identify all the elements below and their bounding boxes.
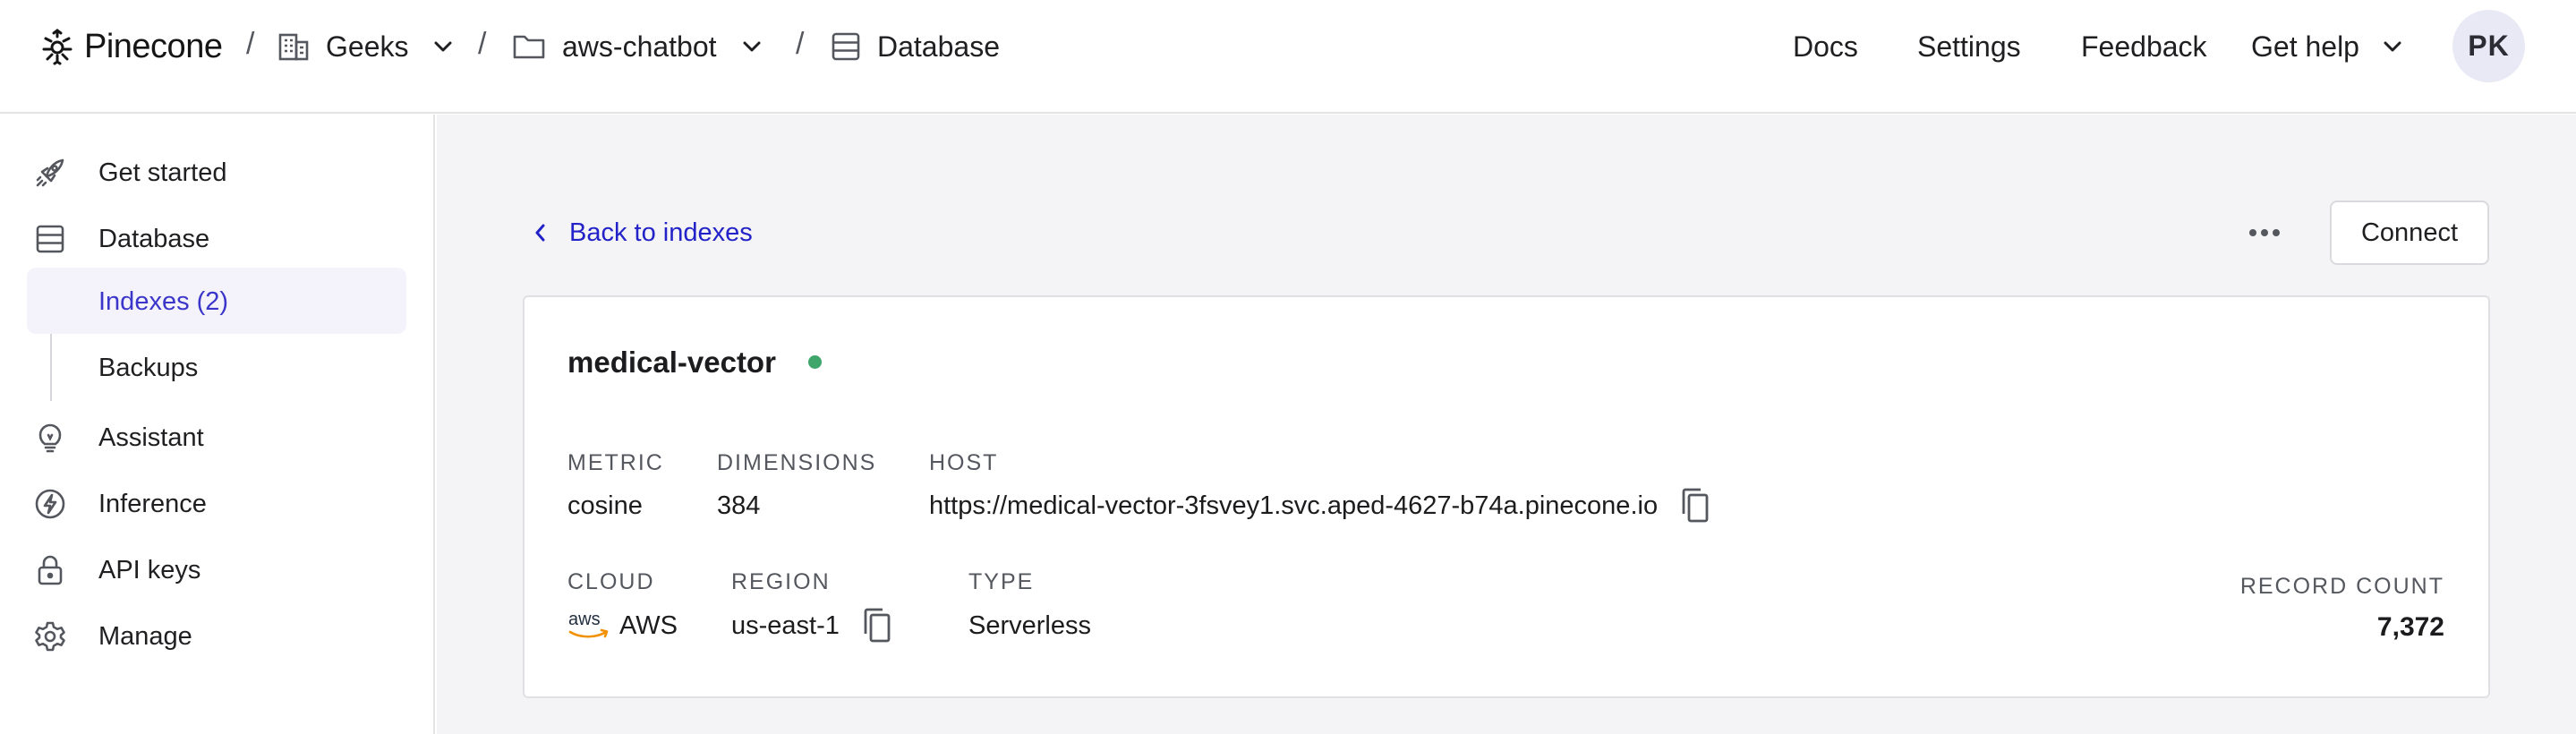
record-count-value: 7,372 — [2376, 612, 2444, 642]
sidebar-item-api-keys[interactable]: API keys — [34, 549, 200, 592]
get-help-label: Get help — [2251, 30, 2359, 63]
settings-link[interactable]: Settings — [1917, 21, 2021, 72]
dimensions-value: 384 — [717, 491, 761, 520]
database-icon — [831, 31, 861, 62]
database-icon — [34, 223, 66, 255]
breadcrumb-label: aws-chatbot — [562, 30, 717, 63]
status-indicator — [808, 355, 822, 369]
type-label: TYPE — [968, 569, 1035, 594]
gear-icon — [34, 620, 66, 653]
dot — [2261, 229, 2268, 236]
chevron-down-icon[interactable] — [742, 40, 762, 53]
building-icon — [277, 31, 310, 62]
copy-icon[interactable] — [859, 607, 893, 644]
chevron-down-icon[interactable] — [433, 40, 453, 53]
sidebar-item-get-started[interactable]: Get started — [34, 151, 226, 194]
sidebar-item-label: Indexes (2) — [98, 286, 229, 316]
metric-value: cosine — [567, 491, 643, 520]
sidebar-item-label: Inference — [98, 489, 207, 518]
sidebar-item-label: API keys — [98, 555, 201, 585]
sidebar-item-label: Assistant — [98, 422, 204, 452]
aws-logo-icon: aws — [567, 610, 610, 641]
region-label: REGION — [731, 569, 831, 594]
record-count-label: RECORD COUNT — [2239, 574, 2444, 599]
sidebar-item-manage[interactable]: Manage — [34, 615, 192, 658]
brand-name: Pinecone — [84, 27, 223, 65]
docs-link[interactable]: Docs — [1793, 21, 1858, 72]
sidebar-item-label: Database — [98, 224, 210, 253]
type-value: Serverless — [968, 610, 1091, 640]
avatar[interactable]: PK — [2452, 10, 2525, 82]
sidebar-item-inference[interactable]: Inference — [34, 482, 207, 525]
sidebar-item-database[interactable]: Database — [34, 218, 209, 260]
chevron-down-icon — [2383, 40, 2402, 53]
lightbulb-icon — [34, 422, 66, 454]
pinecone-logo-icon — [39, 28, 75, 65]
host-label: HOST — [929, 450, 999, 475]
dot — [2273, 229, 2280, 236]
breadcrumb-database[interactable]: Database — [831, 21, 1000, 72]
sidebar-item-backups[interactable]: Backups — [98, 346, 198, 389]
breadcrumb-separator: / — [246, 27, 255, 61]
sidebar-item-label: Manage — [98, 621, 192, 651]
feedback-link[interactable]: Feedback — [2081, 21, 2207, 72]
sidebar-item-assistant[interactable]: Assistant — [34, 416, 204, 459]
pinecone-logo[interactable]: Pinecone — [39, 21, 223, 72]
cloud-label: CLOUD — [567, 569, 655, 594]
bolt-icon — [34, 488, 66, 520]
region-value: us-east-1 — [731, 610, 840, 640]
back-label: Back to indexes — [569, 218, 753, 247]
breadcrumb-label: Geeks — [326, 30, 409, 63]
metric-label: METRIC — [567, 450, 664, 475]
cloud-value: AWS — [619, 610, 678, 640]
breadcrumb-separator: / — [796, 27, 805, 61]
index-name: medical-vector — [567, 346, 776, 379]
cloud-field: aws AWS — [567, 608, 678, 644]
host-field: https://medical-vector-3fsvey1.svc.aped-… — [929, 488, 1711, 524]
dimensions-label: DIMENSIONS — [717, 450, 877, 475]
back-to-indexes-link[interactable]: Back to indexes — [533, 211, 753, 254]
host-value: https://medical-vector-3fsvey1.svc.aped-… — [929, 491, 1659, 520]
copy-icon[interactable] — [1677, 487, 1711, 525]
more-options-button[interactable] — [2238, 211, 2291, 254]
folder-icon — [512, 32, 546, 61]
breadcrumb-label: Database — [877, 30, 1000, 63]
breadcrumb-project[interactable]: aws-chatbot — [512, 21, 762, 72]
sidebar-item-label: Get started — [98, 158, 227, 187]
get-help-menu[interactable]: Get help — [2251, 21, 2402, 72]
lock-icon — [34, 554, 66, 586]
connect-button[interactable]: Connect — [2330, 201, 2489, 265]
breadcrumb-separator: / — [478, 27, 487, 61]
breadcrumb-organization[interactable]: Geeks — [277, 21, 453, 72]
rocket-icon — [34, 157, 66, 189]
region-field: us-east-1 — [731, 608, 893, 644]
chevron-left-icon — [533, 223, 546, 243]
dot — [2249, 229, 2256, 236]
